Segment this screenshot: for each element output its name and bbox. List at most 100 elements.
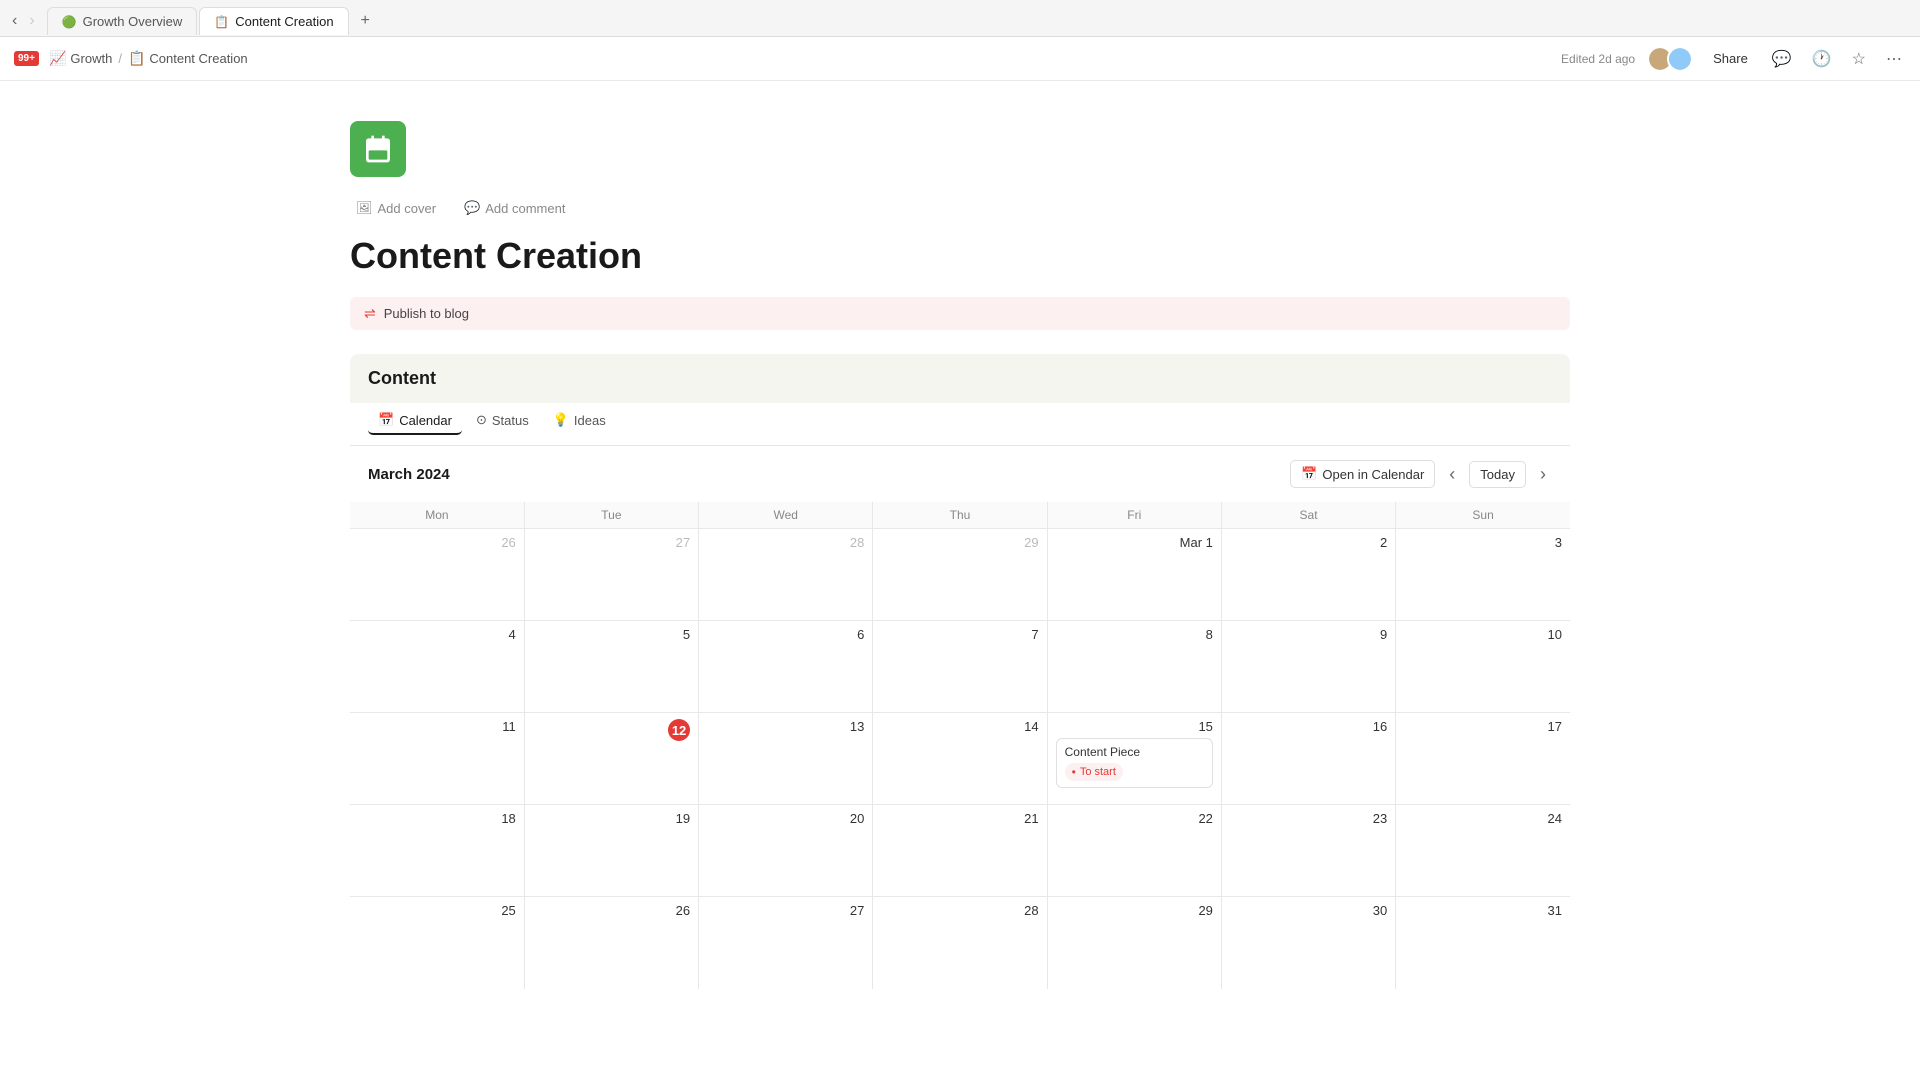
cal-cell-w2d5[interactable]: 16 <box>1221 713 1395 805</box>
cal-day-other-month: 27 <box>533 535 690 550</box>
comment-icon-button[interactable]: 💬 <box>1768 45 1796 73</box>
cal-cell-w4d3[interactable]: 28 <box>873 897 1047 989</box>
tab-icon-growth: 🟢 <box>62 15 77 29</box>
cal-cell-w1d5[interactable]: 9 <box>1221 621 1395 713</box>
cal-day-num: 3 <box>1404 535 1562 550</box>
favorite-icon-button[interactable]: ☆ <box>1848 45 1870 73</box>
cal-cell-w4d6[interactable]: 31 <box>1396 897 1570 989</box>
cal-day-num: 7 <box>881 627 1038 642</box>
cal-cell-w0d0[interactable]: 26 <box>350 529 524 621</box>
add-comment-button[interactable]: 💬 Add comment <box>458 197 571 219</box>
header-right: Edited 2d ago Share 💬 🕐 ☆ ⋯ <box>1561 45 1906 73</box>
tab-calendar[interactable]: 📅 Calendar <box>368 407 462 435</box>
cal-cell-w3d6[interactable]: 24 <box>1396 805 1570 897</box>
calendar-prev-button[interactable]: ‹ <box>1443 461 1461 488</box>
cal-day-num: 4 <box>358 627 516 642</box>
cal-day-num: 20 <box>707 811 864 826</box>
calendar-grid: Mon Tue Wed Thu Fri Sat Sun 26272829Mar … <box>350 502 1570 989</box>
section-title: Content <box>350 354 1570 403</box>
cal-cell-w3d4[interactable]: 22 <box>1047 805 1221 897</box>
cal-day-num: 8 <box>1056 627 1213 642</box>
cal-day-num: 18 <box>358 811 516 826</box>
cal-cell-w3d1[interactable]: 19 <box>524 805 698 897</box>
breadcrumb-content-creation[interactable]: 📋 Content Creation <box>128 50 248 67</box>
page-icon[interactable] <box>350 121 406 177</box>
tab-status[interactable]: ⊙ Status <box>466 407 539 435</box>
calendar-week-row-3: 18 19 20 2122 23 24 <box>350 805 1570 897</box>
calendar-toolbar: March 2024 📅 Open in Calendar ‹ Today › <box>350 446 1570 502</box>
open-in-calendar-button[interactable]: 📅 Open in Calendar <box>1290 460 1435 488</box>
cal-cell-w0d5[interactable]: 2 <box>1221 529 1395 621</box>
cal-cell-w3d3[interactable]: 21 <box>873 805 1047 897</box>
add-cover-button[interactable]: 🖼 Add cover <box>350 197 442 219</box>
cal-cell-w0d6[interactable]: 3 <box>1396 529 1570 621</box>
cal-cell-w1d4[interactable]: 8 <box>1047 621 1221 713</box>
cal-cell-w2d0[interactable]: 11 <box>350 713 524 805</box>
cal-cell-w1d1[interactable]: 5 <box>524 621 698 713</box>
cal-cell-w2d4[interactable]: 15Content PieceTo start <box>1047 713 1221 805</box>
cal-event-card[interactable]: Content PieceTo start <box>1056 738 1213 788</box>
cal-cell-w4d4[interactable]: 29 <box>1047 897 1221 989</box>
cal-cell-w0d1[interactable]: 27 <box>524 529 698 621</box>
calendar-next-button[interactable]: › <box>1534 461 1552 488</box>
cal-cell-w0d4[interactable]: Mar 1 <box>1047 529 1221 621</box>
user-avatars <box>1647 46 1693 72</box>
calendar-today-button[interactable]: Today <box>1469 461 1526 488</box>
growth-icon: 📈 <box>49 50 66 67</box>
cal-day-num: 24 <box>1404 811 1562 826</box>
cal-cell-w0d3[interactable]: 29 <box>873 529 1047 621</box>
breadcrumb-growth[interactable]: 📈 Growth <box>49 50 112 67</box>
calendar-week-row-2: 111213 14 15Content PieceTo start16 17 <box>350 713 1570 805</box>
cal-cell-w1d3[interactable]: 7 <box>873 621 1047 713</box>
nav-forward-button[interactable]: › <box>25 10 38 32</box>
tab-ideas[interactable]: 💡 Ideas <box>543 407 616 435</box>
cal-header-sun: Sun <box>1396 502 1570 529</box>
cal-cell-w2d3[interactable]: 14 <box>873 713 1047 805</box>
open-calendar-label: Open in Calendar <box>1322 467 1424 482</box>
browser-chrome: ‹ › 🟢 Growth Overview 📋 Content Creation… <box>0 0 1920 37</box>
calendar-week-row-0: 26 27 28 29Mar 123 <box>350 529 1570 621</box>
cal-cell-w4d2[interactable]: 27 <box>699 897 873 989</box>
tab-content-creation[interactable]: 📋 Content Creation <box>199 7 348 35</box>
share-button[interactable]: Share <box>1705 47 1756 70</box>
tabs-bar: ‹ › 🟢 Growth Overview 📋 Content Creation… <box>0 0 1920 36</box>
cal-cell-w2d2[interactable]: 13 <box>699 713 873 805</box>
cal-cell-w4d1[interactable]: 26 <box>524 897 698 989</box>
cal-day-other-month: 26 <box>358 535 516 550</box>
cal-day-num: 31 <box>1404 903 1562 918</box>
cal-day-other-month: 28 <box>707 535 864 550</box>
cal-day-num: 28 <box>881 903 1038 918</box>
cal-day-num: 19 <box>533 811 690 826</box>
content-db-icon: 📋 <box>128 50 145 67</box>
cal-cell-w1d2[interactable]: 6 <box>699 621 873 713</box>
cal-day-num: 14 <box>881 719 1038 734</box>
link-icon: ⇌ <box>364 305 376 322</box>
cal-cell-w1d0[interactable]: 4 <box>350 621 524 713</box>
cal-cell-w3d5[interactable]: 23 <box>1221 805 1395 897</box>
ideas-tab-icon: 💡 <box>553 412 569 428</box>
cal-day-num: 23 <box>1230 811 1387 826</box>
cal-cell-w2d1[interactable]: 12 <box>524 713 698 805</box>
add-cover-label: Add cover <box>378 201 437 216</box>
avatar-img-2 <box>1669 48 1691 70</box>
cal-day-num: 17 <box>1404 719 1562 734</box>
nav-back-button[interactable]: ‹ <box>8 10 21 32</box>
cal-cell-w3d2[interactable]: 20 <box>699 805 873 897</box>
cal-cell-w1d6[interactable]: 10 <box>1396 621 1570 713</box>
tab-growth-overview[interactable]: 🟢 Growth Overview <box>47 7 198 35</box>
more-options-button[interactable]: ⋯ <box>1882 45 1906 73</box>
calendar-week-row-4: 25 26 27 28 29 30 31 <box>350 897 1570 989</box>
history-icon-button[interactable]: 🕐 <box>1808 45 1836 73</box>
cal-day-num: 26 <box>533 903 690 918</box>
cal-cell-w4d0[interactable]: 25 <box>350 897 524 989</box>
new-tab-button[interactable]: + <box>351 6 380 36</box>
linked-mention-banner[interactable]: ⇌ Publish to blog <box>350 297 1570 330</box>
cal-day-num: 10 <box>1404 627 1562 642</box>
cal-day-num: 29 <box>1056 903 1213 918</box>
tab-label-growth: Growth Overview <box>83 14 183 29</box>
cal-cell-w2d6[interactable]: 17 <box>1396 713 1570 805</box>
cal-cell-w4d5[interactable]: 30 <box>1221 897 1395 989</box>
cal-cell-w0d2[interactable]: 28 <box>699 529 873 621</box>
cal-cell-w3d0[interactable]: 18 <box>350 805 524 897</box>
cal-day-num: 27 <box>707 903 864 918</box>
